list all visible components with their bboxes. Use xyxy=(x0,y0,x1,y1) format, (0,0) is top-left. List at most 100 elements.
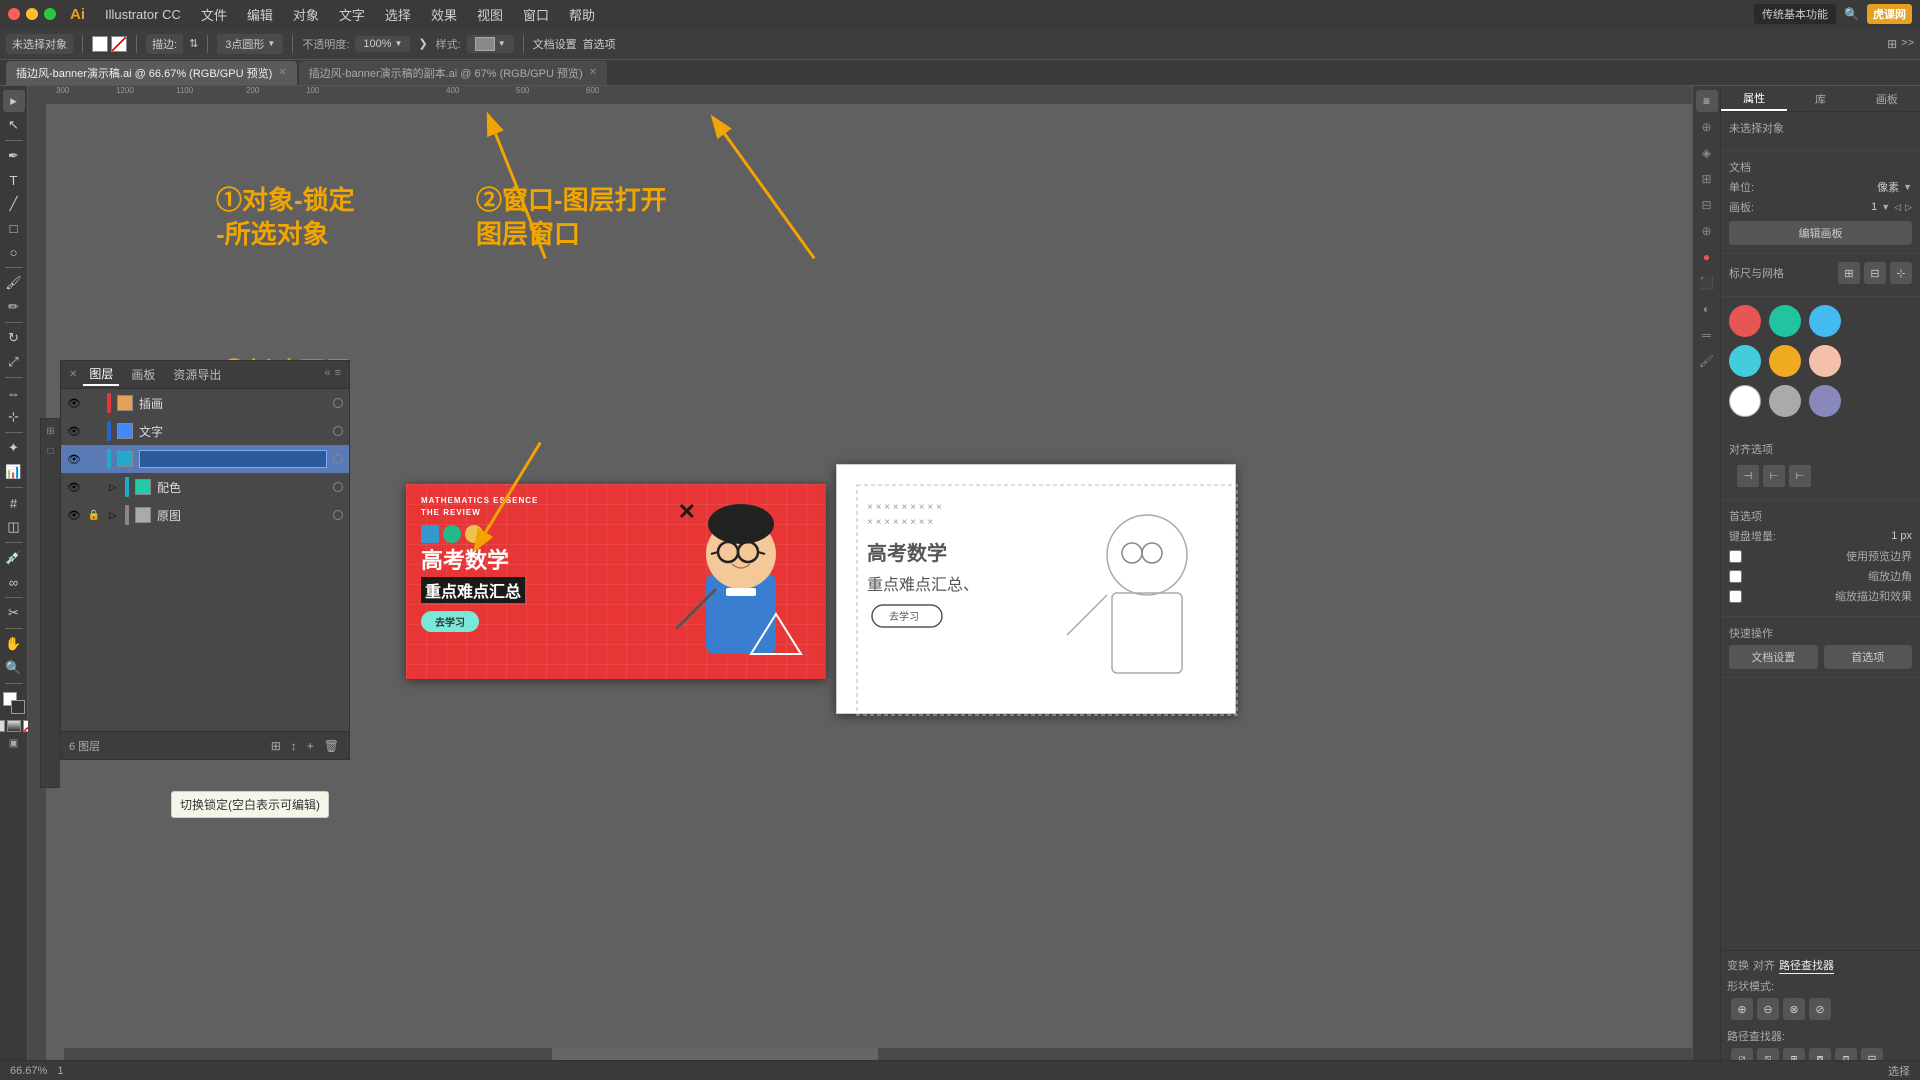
opacity-arrows[interactable]: ❯ xyxy=(418,37,427,50)
layer-lock-text[interactable] xyxy=(87,424,101,438)
zoom-tool[interactable]: 🔍 xyxy=(3,657,25,679)
symbol-sprayer-tool[interactable]: ✦ xyxy=(3,437,25,459)
ruler-icon[interactable]: ⊟ xyxy=(1864,262,1886,284)
menu-select[interactable]: 选择 xyxy=(377,5,419,24)
menu-file[interactable]: 文件 xyxy=(193,5,235,24)
layer-eye-text[interactable]: 👁 xyxy=(67,424,81,438)
layer-eye-colors[interactable]: 👁 xyxy=(67,480,81,494)
arrange-icon[interactable]: ⊞ xyxy=(1887,37,1897,51)
menu-illustrator-cc[interactable]: Illustrator CC xyxy=(97,7,189,22)
function-selector[interactable]: 传统基本功能 xyxy=(1754,4,1836,24)
fill-stroke-indicator[interactable] xyxy=(3,692,25,714)
layer-circle-original[interactable] xyxy=(333,510,343,520)
color-icon[interactable]: ● xyxy=(1696,246,1718,268)
delete-layer-btn[interactable]: 🗑 xyxy=(322,737,341,755)
hand-tool[interactable]: ✋ xyxy=(3,633,25,655)
artboards-tab[interactable]: 画板 xyxy=(125,364,161,385)
rp-tab-library[interactable]: 库 xyxy=(1787,86,1853,111)
layer-row-text[interactable]: 👁 文字 xyxy=(61,417,349,445)
align-left-btn[interactable]: ⊣ xyxy=(1737,465,1759,487)
pathfinder-icon-strip[interactable]: ⊕ xyxy=(1696,220,1718,242)
edit-artboard-btn[interactable]: 编辑画板 xyxy=(1729,221,1912,245)
menu-type[interactable]: 文字 xyxy=(331,5,373,24)
artboard-nav-left[interactable]: ◁ xyxy=(1894,202,1901,213)
layer-row-colors[interactable]: 👁 ▷ 配色 xyxy=(61,473,349,501)
transform-tab[interactable]: 变换 xyxy=(1727,957,1749,974)
screen-mode[interactable]: ▣ xyxy=(9,738,18,749)
scissors-tool[interactable]: ✂ xyxy=(3,602,25,624)
swatch-orange[interactable] xyxy=(1769,345,1801,377)
swatch-peach[interactable] xyxy=(1809,345,1841,377)
quick-pref-btn[interactable]: 首选项 xyxy=(1824,645,1913,669)
gradient-panel-icon[interactable]: ◐ xyxy=(1696,298,1718,320)
swatch-light-blue[interactable] xyxy=(1809,305,1841,337)
swatch-gray[interactable] xyxy=(1769,385,1801,417)
tab-0[interactable]: 插边风-banner演示稿.ai @ 66.67% (RGB/GPU 预览) ✕ xyxy=(6,61,297,85)
brush-panel-icon[interactable]: 🖌 xyxy=(1696,350,1718,372)
artboard-selector[interactable]: 1 ▼ ◁ ▷ xyxy=(1871,201,1912,213)
round-corners-checkbox[interactable] xyxy=(1729,570,1742,583)
paintbrush-tool[interactable]: 🖌 xyxy=(3,272,25,294)
shape-dropdown[interactable]: 3点圆形 ▼ xyxy=(217,34,283,54)
line-tool[interactable]: ╱ xyxy=(3,193,25,215)
unite-icon[interactable]: ⊕ xyxy=(1731,998,1753,1020)
eyedropper-tool[interactable]: 💉 xyxy=(3,547,25,569)
direct-selection-tool[interactable]: ↖ xyxy=(3,114,25,136)
menu-object[interactable]: 对象 xyxy=(285,5,327,24)
stroke-panel-icon[interactable]: ═ xyxy=(1696,324,1718,346)
ellipse-tool[interactable]: ○ xyxy=(3,241,25,263)
artboards-panel-toggle[interactable]: □ xyxy=(43,443,59,459)
free-transform-tool[interactable]: ⊹ xyxy=(3,406,25,428)
menu-view[interactable]: 视图 xyxy=(469,5,511,24)
tab-1-close[interactable]: ✕ xyxy=(589,67,597,78)
minus-front-icon[interactable]: ⊖ xyxy=(1757,998,1779,1020)
swatch-red[interactable] xyxy=(1729,305,1761,337)
stroke-color-box[interactable] xyxy=(111,36,127,52)
snap-icon[interactable]: ⊹ xyxy=(1890,262,1912,284)
make-sublayer-btn[interactable]: ⊞ xyxy=(269,737,283,755)
menu-effect[interactable]: 效果 xyxy=(423,5,465,24)
zoom-level[interactable]: 66.67% xyxy=(10,1065,47,1077)
stroke-selector[interactable] xyxy=(92,36,127,52)
banner-cta-btn[interactable]: 去学习 xyxy=(421,611,479,632)
layer-lock-colors[interactable] xyxy=(87,480,101,494)
width-tool[interactable]: ⇔ xyxy=(3,382,25,404)
swatch-purple-gray[interactable] xyxy=(1809,385,1841,417)
exclude-icon[interactable]: ⊘ xyxy=(1809,998,1831,1020)
rp-tab-properties[interactable]: 属性 xyxy=(1721,86,1787,111)
new-layer-btn[interactable]: + xyxy=(305,737,316,755)
panel-collapse-btn[interactable]: « xyxy=(324,367,330,379)
align-tab[interactable]: 对齐 xyxy=(1753,957,1775,974)
menu-window[interactable]: 窗口 xyxy=(515,5,557,24)
stroke-arrows[interactable]: ⇅ xyxy=(189,37,198,50)
artboard-nav-right[interactable]: ▷ xyxy=(1905,202,1912,213)
layer-row-editing[interactable]: 👁 xyxy=(61,445,349,473)
layer-name-input[interactable] xyxy=(139,450,327,468)
scale-tool[interactable]: ⤢ xyxy=(3,351,25,373)
mesh-tool[interactable]: # xyxy=(3,492,25,514)
align-right-btn[interactable]: ⊢ xyxy=(1789,465,1811,487)
blend-tool[interactable]: ∞ xyxy=(3,571,25,593)
search-icon[interactable]: 🔍 xyxy=(1844,7,1859,21)
h-scrollbar[interactable] xyxy=(64,1048,1692,1060)
properties-panel-icon[interactable]: ≡ xyxy=(1696,90,1718,112)
quick-doc-settings-btn[interactable]: 文档设置 xyxy=(1729,645,1818,669)
opacity-value[interactable]: 100% ▼ xyxy=(355,36,410,52)
pencil-tool[interactable]: ✏ xyxy=(3,296,25,318)
close-button[interactable] xyxy=(8,8,20,20)
column-graph-tool[interactable]: 📊 xyxy=(3,461,25,483)
layer-circle-editing[interactable] xyxy=(333,454,343,464)
layer-lock-illustration[interactable] xyxy=(87,396,101,410)
asset-export-tab[interactable]: 资源导出 xyxy=(167,364,227,385)
layer-circle-text[interactable] xyxy=(333,426,343,436)
swatch-white[interactable] xyxy=(1729,385,1761,417)
minimize-button[interactable] xyxy=(26,8,38,20)
layers-panel-toggle[interactable]: ⊞ xyxy=(43,423,59,439)
tab-1[interactable]: 插边风-banner演示稿的副本.ai @ 67% (RGB/GPU 预览) ✕ xyxy=(299,61,607,85)
preferences-button[interactable]: 首选项 xyxy=(583,36,616,52)
doc-settings-button[interactable]: 文档设置 xyxy=(533,36,577,52)
scale-strokes-checkbox[interactable] xyxy=(1729,590,1742,603)
menu-edit[interactable]: 编辑 xyxy=(239,5,281,24)
layer-expand-colors[interactable]: ▷ xyxy=(107,481,119,493)
swatch-teal[interactable] xyxy=(1769,305,1801,337)
